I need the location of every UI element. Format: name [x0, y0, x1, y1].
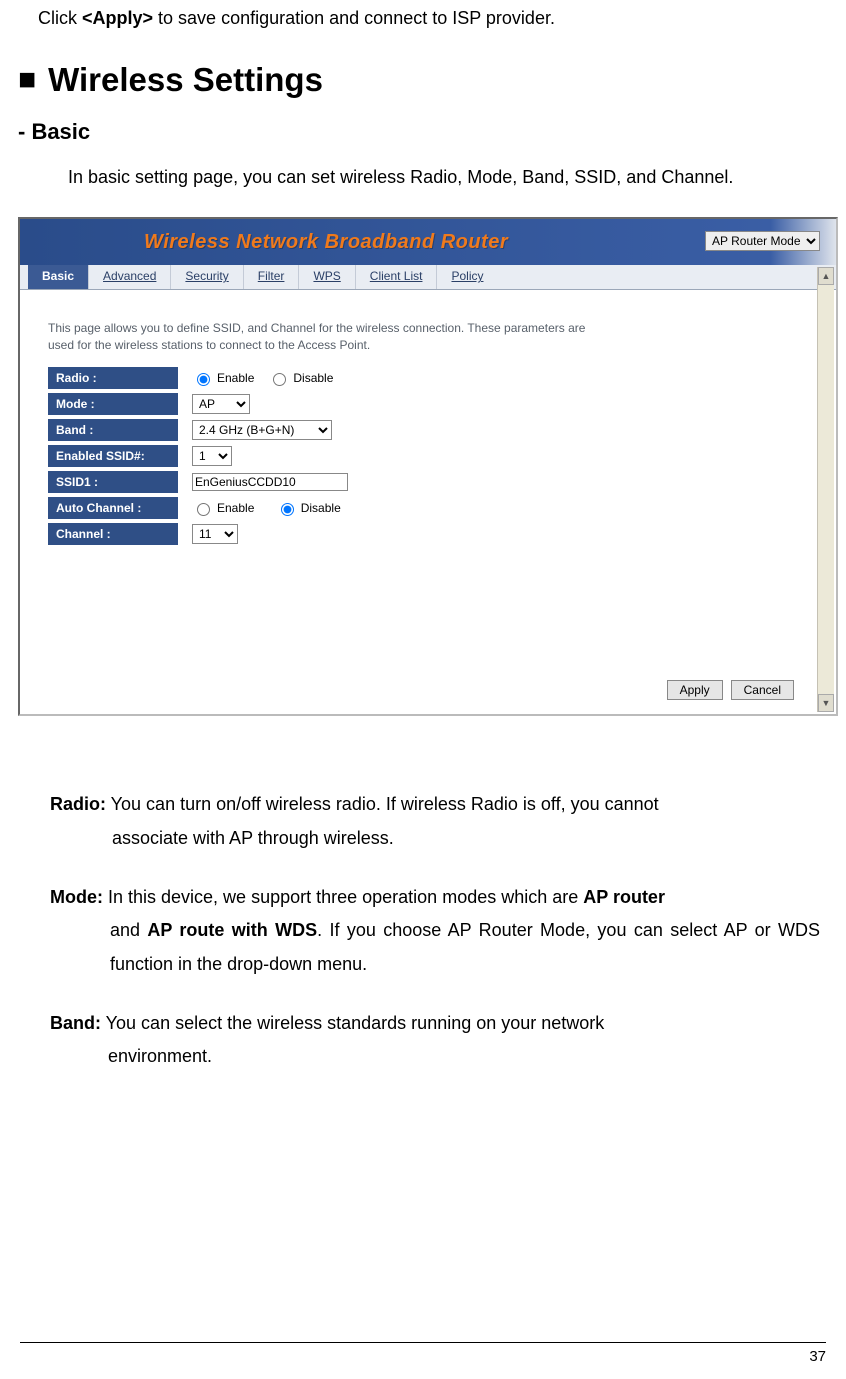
def-mode: Mode: In this device, we support three o…	[50, 881, 820, 981]
tab-bar: Basic Advanced Security Filter WPS Clien…	[20, 265, 836, 290]
scrollbar[interactable]: ▲ ▼	[817, 267, 834, 712]
def-band-term: Band:	[50, 1013, 101, 1033]
row-enabled-ssid: Enabled SSID#: 1	[48, 445, 608, 467]
def-band-line1: You can select the wireless standards ru…	[101, 1013, 604, 1033]
basic-paragraph-text: In basic setting page, you can set wirel…	[68, 167, 733, 187]
row-band: Band : 2.4 GHz (B+G+N)	[48, 419, 608, 441]
row-mode: Mode : AP	[48, 393, 608, 415]
auto-channel-enable-label: Enable	[217, 501, 254, 515]
label-band: Band :	[48, 419, 178, 441]
enabled-ssid-select[interactable]: 1	[192, 446, 232, 466]
intro-suffix: to save configuration and connect to ISP…	[153, 8, 555, 28]
tab-security[interactable]: Security	[171, 265, 243, 289]
scroll-up-icon[interactable]: ▲	[818, 267, 834, 285]
tab-basic[interactable]: Basic	[28, 265, 89, 289]
label-mode: Mode :	[48, 393, 178, 415]
def-mode-bold1: AP router	[583, 887, 665, 907]
section-heading-text: Wireless Settings	[48, 61, 323, 98]
row-channel: Channel : 11	[48, 523, 608, 545]
band-select[interactable]: 2.4 GHz (B+G+N)	[192, 420, 332, 440]
tab-advanced[interactable]: Advanced	[89, 265, 171, 289]
def-band: Band: You can select the wireless standa…	[50, 1007, 820, 1074]
router-mode-select[interactable]: AP Router Mode	[705, 231, 820, 251]
intro-prefix: Click	[38, 8, 82, 28]
tab-policy[interactable]: Policy	[437, 265, 497, 289]
label-radio: Radio :	[48, 367, 178, 389]
channel-select[interactable]: 11	[192, 524, 238, 544]
section-heading: ■ Wireless Settings	[18, 61, 828, 99]
tab-filter[interactable]: Filter	[244, 265, 300, 289]
router-description: This page allows you to define SSID, and…	[48, 320, 608, 352]
row-auto-channel: Auto Channel : Enable Disable	[48, 497, 608, 519]
def-radio-line1: You can turn on/off wireless radio. If w…	[106, 794, 659, 814]
auto-channel-disable-input[interactable]	[281, 503, 294, 516]
tab-wps[interactable]: WPS	[299, 265, 355, 289]
cancel-button[interactable]: Cancel	[731, 680, 794, 700]
apply-button[interactable]: Apply	[667, 680, 723, 700]
mode-select[interactable]: AP	[192, 394, 250, 414]
row-ssid1: SSID1 :	[48, 471, 608, 493]
router-header-title: Wireless Network Broadband Router	[144, 231, 508, 254]
ssid1-input[interactable]	[192, 473, 348, 491]
basic-paragraph: In basic setting page, you can set wirel…	[18, 161, 828, 193]
def-mode-bold2: AP route with WDS	[147, 920, 317, 940]
def-radio-term: Radio:	[50, 794, 106, 814]
label-enabled-ssid: Enabled SSID#:	[48, 445, 178, 467]
intro-text: Click <Apply> to save configuration and …	[18, 0, 828, 29]
radio-disable-input[interactable]	[273, 373, 286, 386]
def-mode-term: Mode:	[50, 887, 103, 907]
footer-rule	[20, 1342, 826, 1343]
def-mode-cont-pre: and	[110, 920, 147, 940]
radio-enable-input[interactable]	[197, 373, 210, 386]
def-mode-cont: and AP route with WDS. If you choose AP …	[50, 914, 820, 981]
tab-client-list[interactable]: Client List	[356, 265, 438, 289]
scroll-down-icon[interactable]: ▼	[818, 694, 834, 712]
page-number: 37	[809, 1348, 826, 1365]
auto-channel-disable-label: Disable	[301, 501, 341, 515]
router-ui-screenshot: Wireless Network Broadband Router AP Rou…	[18, 217, 828, 716]
label-ssid1: SSID1 :	[48, 471, 178, 493]
sub-heading: - Basic	[18, 119, 828, 145]
label-channel: Channel :	[48, 523, 178, 545]
row-radio: Radio : Enable Disable	[48, 367, 608, 389]
router-header: Wireless Network Broadband Router AP Rou…	[20, 219, 836, 265]
radio-disable-label: Disable	[293, 371, 333, 385]
square-bullet-icon: ■	[18, 63, 36, 96]
def-radio: Radio: You can turn on/off wireless radi…	[50, 788, 820, 855]
def-band-cont: environment.	[50, 1040, 820, 1073]
def-mode-line1: In this device, we support three operati…	[103, 887, 583, 907]
intro-bold: <Apply>	[82, 8, 153, 28]
def-radio-cont: associate with AP through wireless.	[50, 822, 820, 855]
label-auto-channel: Auto Channel :	[48, 497, 178, 519]
auto-channel-enable-input[interactable]	[197, 503, 210, 516]
radio-enable-label: Enable	[217, 371, 254, 385]
